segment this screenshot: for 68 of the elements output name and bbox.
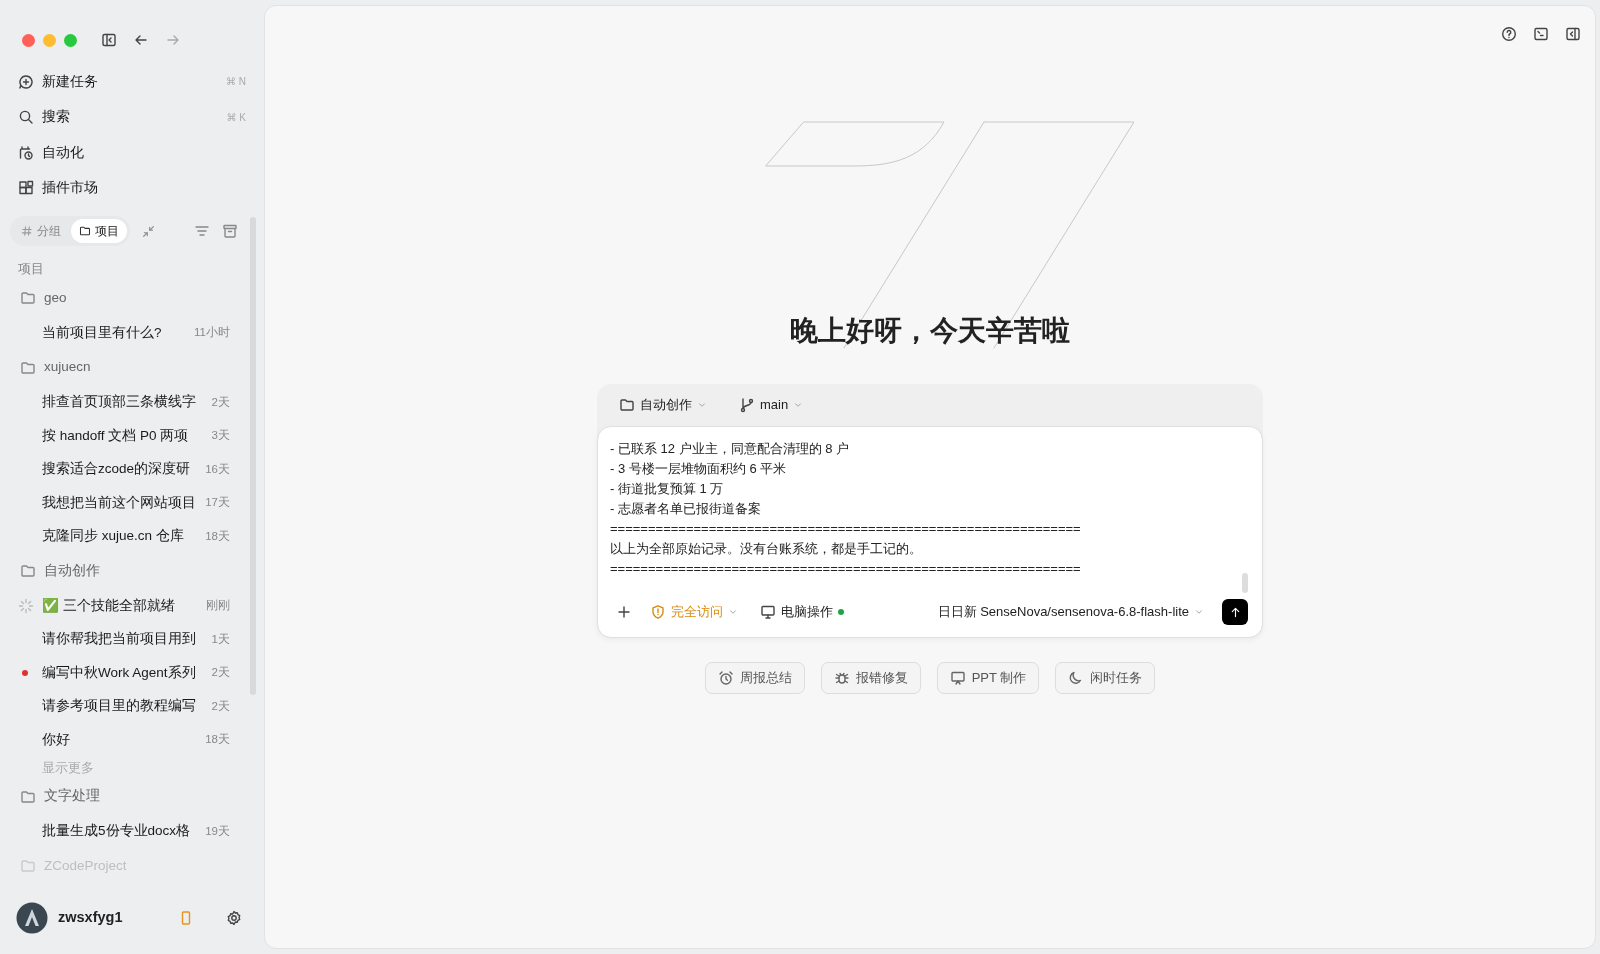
folder-icon	[20, 858, 36, 874]
hash-icon	[21, 225, 33, 237]
settings-icon[interactable]	[226, 910, 242, 926]
task-item[interactable]: 我想把当前这个网站项目 17天	[0, 486, 264, 520]
model-selector[interactable]: 日日新 SenseNova/sensenova-6.8-flash-lite	[933, 600, 1208, 624]
task-item[interactable]: 请你帮我把当前项目用到 1天	[0, 622, 264, 656]
help-icon[interactable]	[1501, 26, 1517, 42]
quick-action-button[interactable]: 闲时任务	[1055, 662, 1156, 694]
chevron-icon	[793, 400, 804, 410]
task-item[interactable]: 请参考项目里的教程编写 2天	[0, 689, 264, 723]
plugin-grid-icon	[18, 180, 34, 197]
shortcut-hint: ⌘ N	[226, 75, 246, 90]
chevron-icon	[697, 400, 707, 410]
shortcut-hint: ⌘ K	[226, 110, 246, 125]
task-item[interactable]: 克隆同步 xujue.cn 仓库 18天	[0, 519, 264, 553]
panel-toggle-icon[interactable]	[1565, 26, 1581, 42]
branch-selector[interactable]: main	[735, 393, 808, 417]
plus-icon[interactable]	[616, 604, 632, 620]
bug-icon	[833, 670, 850, 686]
task-item[interactable]: 排查首页顶部三条横线字 2天	[0, 385, 264, 419]
search-icon	[18, 109, 34, 126]
quick-action-button[interactable]: 报错修复	[820, 662, 921, 694]
message-field[interactable]: - 已联系 12 户业主，同意配合清理的 8 户 - 3 号楼一层堆物面积约 6 平米 - 街道批复预算 1 万 - 志愿者名单已报街道备案 ============================================================== 以上为全部原始记录。没有台账系统，都是手工记的。 ==============================================================	[598, 427, 1242, 592]
avatar-icon	[16, 902, 48, 934]
folder-selector[interactable]: 自动创作	[615, 393, 711, 417]
nav-item[interactable]: 插件市场	[0, 170, 264, 206]
folder-icon	[20, 359, 36, 376]
nav-item[interactable]: 搜索 ⌘ K	[0, 99, 264, 135]
chevron-icon	[728, 607, 738, 617]
task-item[interactable]: 批量生成5份专业docx格 19天	[0, 814, 264, 848]
monitor-icon	[949, 670, 966, 686]
monitor-icon	[760, 604, 776, 620]
folder-icon	[20, 290, 36, 306]
tab[interactable]: 项目	[71, 219, 127, 243]
folder-icon	[20, 788, 36, 805]
shield-icon	[650, 604, 666, 620]
send-button[interactable]	[1222, 599, 1248, 625]
folder-icon	[79, 225, 91, 237]
task-item[interactable]: ✅ 三个技能全部就绪 刚刚	[0, 589, 264, 623]
task-item[interactable]: 搜索适合zcode的深度研 16天	[0, 452, 264, 486]
scroll-thumb	[1242, 573, 1248, 593]
sidebar-toggle-icon[interactable]	[101, 32, 117, 48]
quick-action-button[interactable]: PPT 制作	[936, 662, 1040, 694]
project-name[interactable]: 自动创作	[44, 560, 100, 582]
user-name: zwsxfyg1	[58, 908, 123, 928]
project-name[interactable]: geo	[44, 287, 67, 309]
task-item[interactable]: 你好 18天	[0, 723, 264, 757]
project-name[interactable]: 文字处理	[44, 786, 100, 807]
greeting: 晚上好呀，今天辛苦啦	[790, 314, 1070, 348]
new-task-icon	[18, 73, 34, 90]
nav-item[interactable]: 自动化	[0, 135, 264, 171]
alarm-clock-icon	[717, 670, 734, 686]
section-label: 项目	[17, 261, 45, 278]
terminal-icon[interactable]	[1533, 26, 1549, 42]
computer-use-toggle[interactable]: 电脑操作	[756, 600, 848, 624]
folder-icon	[619, 397, 635, 413]
close-button[interactable]	[22, 33, 35, 47]
calendar-clock-icon	[18, 144, 34, 161]
chevron-icon	[1194, 607, 1204, 617]
collapse-icon[interactable]	[142, 224, 155, 238]
folder-icon	[20, 563, 36, 579]
archive-icon[interactable]	[222, 223, 238, 239]
nav-item[interactable]: 新建任务 ⌘ N	[0, 64, 264, 100]
project-name[interactable]: xujuecn	[44, 357, 91, 378]
branch-icon	[739, 397, 755, 413]
quick-action-button[interactable]: 周报总结	[704, 662, 805, 694]
task-item[interactable]: 当前项目里有什么? 11小时	[0, 316, 264, 350]
task-item[interactable]: 按 handoff 文档 P0 两项 3天	[0, 419, 264, 453]
